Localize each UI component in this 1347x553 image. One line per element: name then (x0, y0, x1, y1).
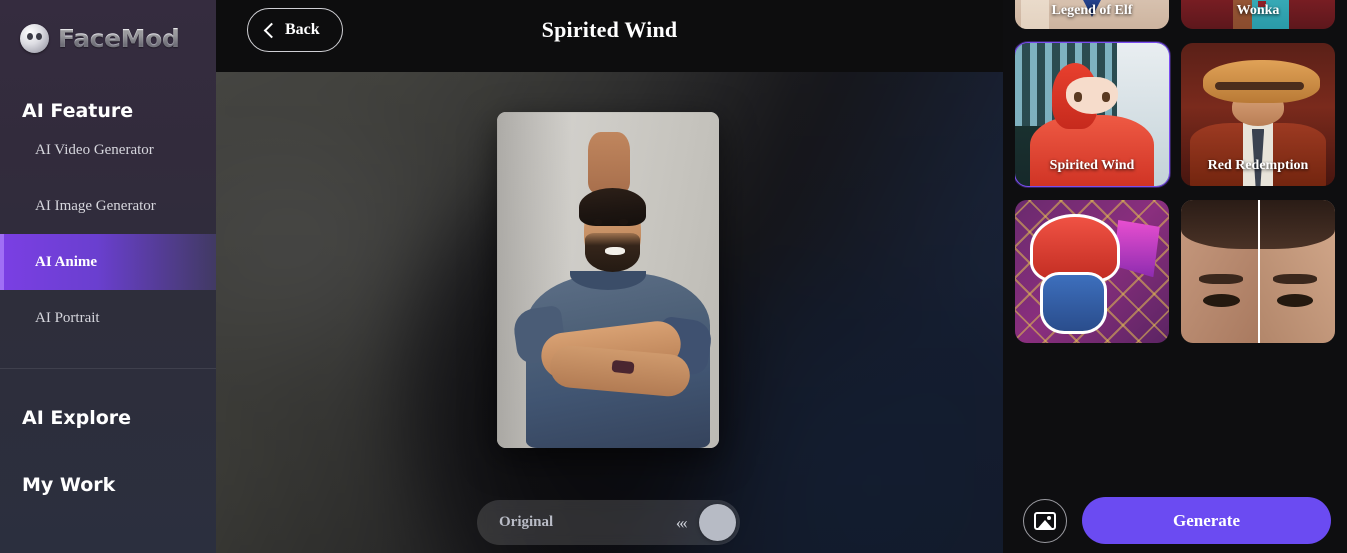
photo-eye-left (593, 218, 603, 225)
source-photo[interactable] (497, 112, 719, 448)
style-card-wonka[interactable]: Wonka (1181, 0, 1335, 29)
style-thumbnail (1015, 0, 1169, 29)
sidebar-item-ai-video-generator[interactable]: AI Video Generator (0, 122, 216, 178)
style-card-red-redemption[interactable]: Red Redemption (1181, 43, 1335, 186)
generate-button[interactable]: Generate (1082, 497, 1331, 544)
double-chevron-left-icon: «‹ (675, 512, 688, 532)
style-card-jojo[interactable] (1015, 200, 1169, 343)
before-after-slider[interactable]: Original «‹ (477, 500, 740, 545)
generate-button-label: Generate (1172, 510, 1241, 530)
style-thumbnail (1181, 0, 1335, 29)
sidebar-item-label: AI Portrait (35, 309, 100, 326)
photo-mouth (604, 247, 625, 256)
page-title: Spirited Wind (541, 17, 678, 42)
sidebar-item-ai-portrait[interactable]: AI Portrait (0, 290, 216, 346)
style-thumbnail (1181, 200, 1335, 343)
sidebar-item-label: AI Anime (35, 253, 98, 270)
style-card-spirited-wind[interactable]: Spirited Wind (1015, 42, 1170, 187)
compare-label: Original (499, 514, 554, 530)
app-root: FaceMod AI Feature AI Video Generator AI… (0, 0, 1347, 553)
main-area: Back Spirited Wind Original «‹ (216, 0, 1003, 553)
sidebar-item-label: AI Video Generator (35, 141, 154, 158)
action-bar: Generate (1003, 488, 1347, 553)
sidebar-item-ai-anime[interactable]: AI Anime (0, 234, 216, 290)
style-thumbnail (1015, 200, 1169, 343)
image-icon (1034, 511, 1056, 530)
topbar: Back Spirited Wind (216, 0, 1003, 72)
face-circle-icon (20, 23, 49, 53)
style-thumbnail (1181, 43, 1335, 186)
slider-knob-icon[interactable] (699, 504, 736, 541)
sidebar-item-ai-image-generator[interactable]: AI Image Generator (0, 178, 216, 234)
upload-image-button[interactable] (1023, 498, 1067, 543)
sidebar-section-my-work[interactable]: My Work (0, 474, 216, 496)
style-card-legend-of-elf[interactable]: Legend of Elf (1015, 0, 1169, 29)
sidebar-item-label: AI Image Generator (35, 197, 156, 214)
style-thumbnail (1015, 43, 1169, 186)
style-panel: Legend of Elf Wonka Spirited Wind Red Re… (1003, 0, 1347, 553)
photo-eye-right (619, 218, 628, 225)
sidebar: FaceMod AI Feature AI Video Generator AI… (0, 0, 216, 553)
sidebar-section-ai-explore[interactable]: AI Explore (0, 407, 216, 429)
photo-hair (579, 187, 646, 227)
brand-logo[interactable]: FaceMod (0, 0, 216, 60)
sidebar-section-ai-feature: AI Feature (22, 100, 134, 122)
style-card-face-compare[interactable] (1181, 200, 1335, 343)
photo-neck (588, 132, 631, 193)
preview-canvas[interactable]: Original «‹ (216, 72, 1003, 553)
style-grid[interactable]: Legend of Elf Wonka Spirited Wind Red Re… (1015, 0, 1335, 488)
sidebar-divider (0, 368, 216, 369)
brand-name: FaceMod (58, 23, 180, 53)
